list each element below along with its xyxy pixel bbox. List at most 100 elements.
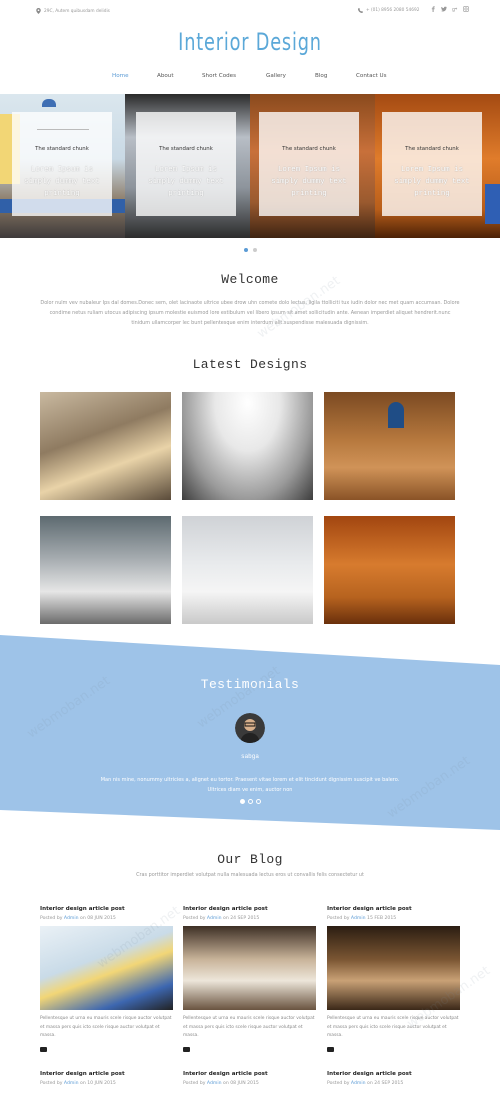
welcome-text: Dolor nulm vev nubaleur Ips dal domes.Do… bbox=[40, 300, 460, 326]
nav-blog[interactable]: Blog bbox=[315, 73, 327, 79]
post-meta: Posted by Admin on 08 JUN 2015 bbox=[40, 916, 173, 926]
blog-post: Interior design article post Posted by A… bbox=[327, 1071, 460, 1091]
blog-post: Interior design article post Posted by A… bbox=[183, 906, 316, 1052]
nav-about[interactable]: About bbox=[157, 73, 174, 79]
post-meta: Posted by Admin on 24 SEP 2015 bbox=[327, 1081, 460, 1091]
site-logo[interactable]: Interior Design bbox=[45, 28, 455, 56]
slide-title: The standard chunk bbox=[405, 146, 459, 152]
phone-icon bbox=[358, 8, 363, 13]
post-date: on 24 SEP 2015 bbox=[223, 916, 260, 921]
post-meta: Posted by Admin on 10 JUN 2015 bbox=[40, 1081, 173, 1091]
post-excerpt: Pellentesque ut urna eu mauris scele ris… bbox=[327, 1016, 459, 1038]
blog-post: Interior design article post Posted by A… bbox=[40, 906, 173, 1052]
welcome-heading: Welcome bbox=[221, 272, 279, 287]
slide-text: Lorem Ipsum is simply dummy text printin… bbox=[394, 166, 470, 198]
post-author[interactable]: Admin bbox=[351, 1081, 366, 1086]
slide-text: Lorem Ipsum is simply dummy text printin… bbox=[271, 166, 347, 198]
post-image[interactable] bbox=[40, 926, 173, 1010]
twitter-icon[interactable] bbox=[441, 6, 447, 12]
post-title[interactable]: Interior design article post bbox=[327, 1071, 460, 1081]
hero-slider[interactable]: The standard chunk Lorem Ipsum is simply… bbox=[0, 94, 500, 238]
post-author[interactable]: Admin bbox=[351, 916, 366, 921]
post-author[interactable]: Admin bbox=[64, 916, 79, 921]
blog-subtitle: Cras porttitor imperdiet volutpat nulla … bbox=[136, 872, 364, 878]
blog-heading: Our Blog bbox=[217, 852, 283, 867]
blog-post: Interior design article post Posted by A… bbox=[327, 906, 460, 1052]
gallery-thumb[interactable] bbox=[324, 392, 455, 500]
post-image[interactable] bbox=[183, 926, 316, 1010]
slider-dot[interactable] bbox=[243, 248, 248, 252]
post-title[interactable]: Interior design article post bbox=[327, 906, 460, 916]
testimonial-dot[interactable] bbox=[247, 799, 253, 804]
top-bar: 29C, Autem quibusdam delidis + (01) 8956… bbox=[0, 0, 500, 22]
blog-post: Interior design article post Posted by A… bbox=[183, 1071, 316, 1091]
testimonial-dots bbox=[0, 799, 500, 804]
post-image[interactable] bbox=[327, 926, 460, 1010]
slider-dot[interactable] bbox=[252, 248, 257, 252]
posted-by-label: Posted by bbox=[327, 916, 350, 921]
post-excerpt: Pellentesque ut urna eu mauris scele ris… bbox=[40, 1016, 172, 1038]
posted-by-label: Posted by bbox=[183, 916, 206, 921]
slide-text: Lorem Ipsum is simply dummy text printin… bbox=[24, 166, 100, 198]
slide-title: The standard chunk bbox=[282, 146, 336, 152]
testimonials-heading: Testimonials bbox=[200, 677, 300, 692]
post-title[interactable]: Interior design article post bbox=[183, 906, 316, 916]
latest-designs-heading: Latest Designs bbox=[192, 357, 308, 372]
read-more-button[interactable] bbox=[40, 1046, 47, 1052]
post-date: on 24 SEP 2015 bbox=[367, 1081, 404, 1086]
post-excerpt: Pellentesque ut urna eu mauris scele ris… bbox=[183, 1016, 315, 1038]
slide-caption: The standard chunk Lorem Ipsum is simply… bbox=[382, 112, 482, 216]
post-author[interactable]: Admin bbox=[64, 1081, 79, 1086]
read-more-button[interactable] bbox=[183, 1046, 190, 1052]
post-date: on 08 JUN 2015 bbox=[223, 1081, 259, 1086]
post-meta: Posted by Admin on 08 JUN 2015 bbox=[183, 1081, 316, 1091]
post-author[interactable]: Admin bbox=[207, 1081, 222, 1086]
post-title[interactable]: Interior design article post bbox=[40, 1071, 173, 1081]
nav-gallery[interactable]: Gallery bbox=[266, 73, 286, 79]
post-title[interactable]: Interior design article post bbox=[40, 906, 173, 916]
slide-caption: The standard chunk Lorem Ipsum is simply… bbox=[136, 112, 236, 216]
read-more-button[interactable] bbox=[327, 1046, 334, 1052]
slide-text: Lorem Ipsum is simply dummy text printin… bbox=[148, 166, 224, 198]
testimonial-dot[interactable] bbox=[255, 799, 261, 804]
gallery-thumb[interactable] bbox=[40, 392, 171, 500]
testimonial-quote: Man nis mine, nonummy ultricies a, align… bbox=[100, 777, 400, 793]
address-text: 29C, Autem quibusdam delidis bbox=[44, 8, 110, 14]
slide-caption: The standard chunk Lorem Ipsum is simply… bbox=[259, 112, 359, 216]
post-title[interactable]: Interior design article post bbox=[183, 1071, 316, 1081]
nav-home[interactable]: Home bbox=[112, 73, 129, 79]
post-author[interactable]: Admin bbox=[207, 916, 222, 921]
phone-text: + (01) 8956 2080 54692 bbox=[366, 8, 420, 13]
gallery-thumb[interactable] bbox=[182, 516, 313, 624]
testimonial-author: sabga bbox=[240, 753, 259, 760]
posted-by-label: Posted by bbox=[40, 916, 63, 921]
slide-title: The standard chunk bbox=[159, 146, 213, 152]
avatar bbox=[235, 713, 265, 743]
post-meta: Posted by Admin on 24 SEP 2015 bbox=[183, 916, 316, 926]
posted-by-label: Posted by bbox=[40, 1081, 63, 1086]
facebook-icon[interactable] bbox=[430, 6, 436, 12]
phone: + (01) 8956 2080 54692 bbox=[358, 8, 419, 13]
post-meta: Posted by Admin 15 FEB 2015 bbox=[327, 916, 460, 926]
instagram-icon[interactable] bbox=[463, 6, 469, 12]
post-date: on 08 JUN 2015 bbox=[80, 916, 116, 921]
social-links: g bbox=[430, 6, 469, 12]
location-pin-icon bbox=[36, 8, 41, 14]
nav-contact-us[interactable]: Contact Us bbox=[356, 73, 387, 79]
gallery-thumb[interactable] bbox=[324, 516, 455, 624]
address: 29C, Autem quibusdam delidis bbox=[36, 8, 110, 14]
slide-caption: The standard chunk Lorem Ipsum is simply… bbox=[12, 112, 112, 216]
testimonial-dot[interactable] bbox=[239, 799, 245, 804]
nav-short-codes[interactable]: Short Codes bbox=[202, 73, 236, 79]
posted-by-label: Posted by bbox=[183, 1081, 206, 1086]
gallery-thumb[interactable] bbox=[40, 516, 171, 624]
google-plus-icon[interactable]: g bbox=[452, 6, 458, 12]
svg-text:g: g bbox=[452, 8, 455, 12]
divider bbox=[37, 129, 89, 130]
main-nav: Home About Short Codes Gallery Blog Cont… bbox=[0, 73, 500, 83]
blog-post: Interior design article post Posted by A… bbox=[40, 1071, 173, 1091]
post-date: on 10 JUN 2015 bbox=[80, 1081, 116, 1086]
gallery-thumb[interactable] bbox=[182, 392, 313, 500]
slider-dots bbox=[0, 248, 500, 252]
post-date: 15 FEB 2015 bbox=[367, 916, 397, 921]
